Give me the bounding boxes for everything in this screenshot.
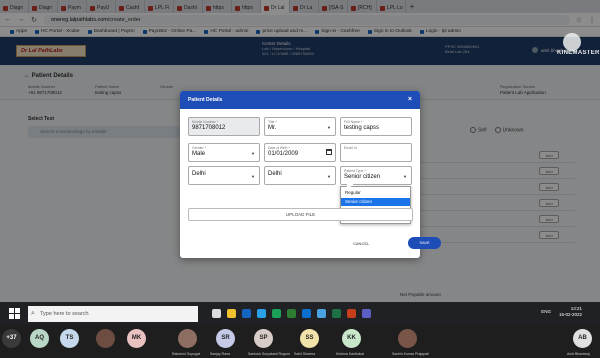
field-label: Email Id	[344, 146, 357, 150]
modal-header: Patient Details ×	[180, 91, 420, 109]
mobile-field[interactable]: Mobile Number * 9871708012	[188, 117, 260, 136]
full-name-field[interactable]: Full Name * testing capss	[340, 117, 412, 136]
participant-avatar[interactable]: SP	[254, 329, 273, 348]
title-select[interactable]: Title * Mr. ▼	[264, 117, 336, 136]
excel-icon[interactable]	[332, 309, 341, 318]
participant-avatar[interactable]: SR	[216, 329, 235, 348]
upload-file-button[interactable]: UPLOAD FILE	[188, 208, 413, 221]
participant-name: Santosh Suryakant Regure	[248, 352, 291, 356]
gender-select[interactable]: Gender * Male ▼	[188, 143, 260, 162]
powerpoint-icon[interactable]	[347, 309, 356, 318]
clock-date: 15-02-2022	[558, 312, 582, 317]
windows-taskbar: Type here to search ENG 13:2115-02-2022	[0, 302, 600, 325]
chevron-down-icon: ▼	[327, 174, 331, 179]
email-field[interactable]: Email Id	[340, 143, 412, 162]
participant-avatar[interactable]: SS	[300, 329, 319, 348]
city-select[interactable]: Delhi ▼	[264, 166, 336, 185]
app-icon[interactable]	[317, 309, 326, 318]
state-select[interactable]: Delhi ▼	[188, 166, 260, 185]
participant-avatar[interactable]: KK	[342, 329, 361, 348]
participant-avatar[interactable]: AB	[573, 329, 592, 348]
windows-start-icon[interactable]	[6, 306, 22, 322]
outlook-icon[interactable]	[302, 309, 311, 318]
chevron-down-icon: ▼	[327, 125, 331, 130]
taskbar-search-input[interactable]: Type here to search	[28, 305, 198, 322]
chevron-down-icon: ▼	[403, 174, 407, 179]
participant-avatar[interactable]: +37	[2, 329, 21, 348]
kinemaster-logo-icon	[563, 33, 581, 51]
taskbar-apps	[212, 309, 371, 318]
chevron-down-icon: ▼	[251, 174, 255, 179]
participant-name: Sachin Kumar Prajapati	[392, 352, 429, 356]
participant-avatar[interactable]: TS	[60, 329, 79, 348]
cancel-button[interactable]: CANCEL	[353, 241, 369, 246]
kinemaster-watermark: KINEMASTER	[557, 50, 600, 56]
dob-field[interactable]: Date of Birth * 01/01/2009	[264, 143, 336, 162]
clock[interactable]: 13:21 15-02-2022	[559, 306, 582, 318]
chevron-down-icon: ▼	[251, 151, 255, 156]
participant-name: Rakshmi Gupugat	[172, 352, 201, 356]
participant-name: Sahil Sharma	[294, 352, 316, 356]
chrome-icon[interactable]	[272, 309, 281, 318]
dropdown-option[interactable]: Regular	[341, 189, 410, 198]
language-indicator[interactable]: ENG	[541, 309, 551, 315]
field-value: 9871708012	[192, 125, 226, 131]
screen: Diagn Diagn Paym PayU Cashf LPL Fi Dashl https h…	[0, 0, 600, 325]
task-view-icon[interactable]	[212, 309, 221, 318]
participant-name: Sanjay Rana	[210, 352, 231, 356]
mail-icon[interactable]	[242, 309, 251, 318]
meeting-participants-strip: +37 AQ TS MK Rakshmi Gupugat SR Sanjay Rana SP S…	[0, 325, 600, 358]
participant-name: Krishna Kantiulcal	[336, 352, 365, 356]
participant-avatar[interactable]	[96, 329, 115, 348]
maps-icon[interactable]	[287, 309, 296, 318]
close-icon[interactable]: ×	[408, 91, 412, 109]
field-value: 01/01/2009	[268, 151, 299, 157]
field-value: Mr.	[268, 125, 277, 131]
participant-avatar[interactable]: MK	[127, 329, 146, 348]
dropdown-option[interactable]: Senior citizen	[341, 197, 410, 206]
save-button[interactable]: SAVE	[408, 237, 441, 249]
calendar-icon[interactable]	[326, 149, 332, 155]
system-tray: ENG 13:21 15-02-2022	[541, 306, 582, 318]
participant-avatar[interactable]	[178, 329, 197, 348]
participant-name: Amit Bhardwaj	[567, 352, 590, 356]
modal-title: Patient Details	[188, 97, 223, 103]
participant-avatar[interactable]	[398, 329, 417, 348]
teams-icon[interactable]	[362, 309, 371, 318]
field-value: Delhi	[192, 171, 206, 177]
file-explorer-icon[interactable]	[227, 309, 236, 318]
field-value: Senior citizen	[344, 174, 381, 180]
participant-avatar[interactable]: AQ	[30, 329, 49, 348]
field-value: testing capss	[344, 125, 380, 131]
field-value: Male	[192, 151, 206, 157]
field-value: Delhi	[268, 171, 282, 177]
edge-icon[interactable]	[257, 309, 266, 318]
